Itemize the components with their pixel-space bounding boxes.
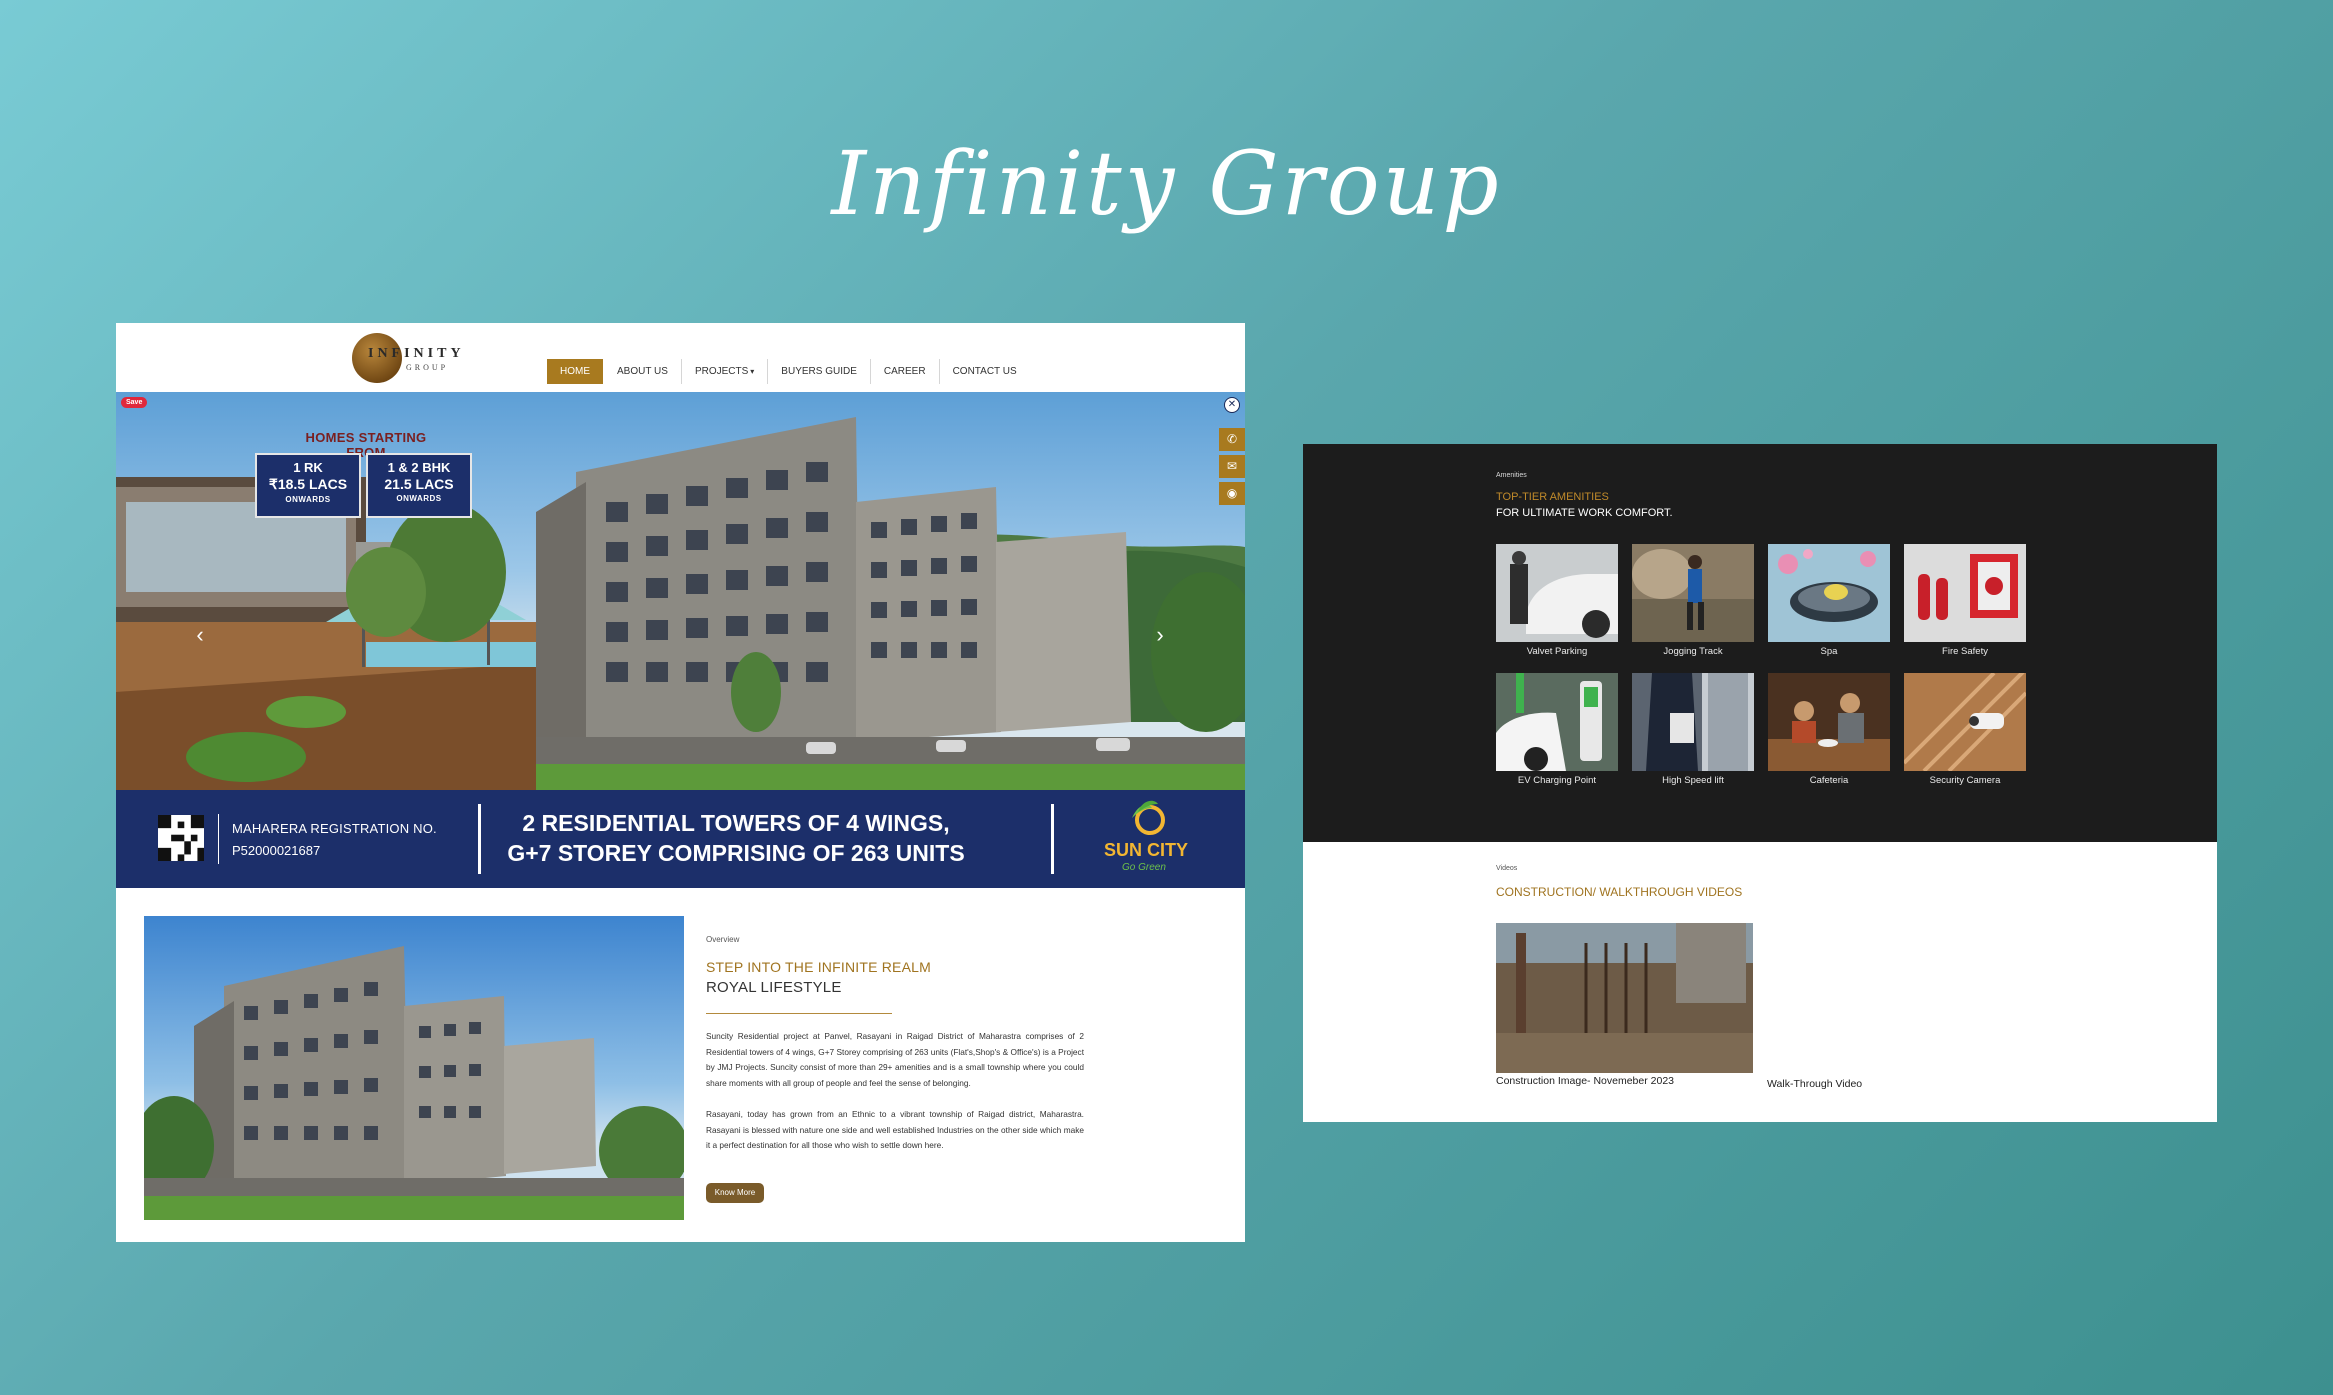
amenity-label: Security Camera [1929, 775, 2001, 786]
amenity-label: Fire Safety [1942, 646, 1988, 657]
amenities-mockup: Amenities TOP-TIER AMENITIES FOR ULTIMAT… [1303, 444, 2217, 1122]
nav-home[interactable]: HOME [547, 359, 603, 384]
amenity-label: Spa [1820, 646, 1838, 657]
homepage-mockup: INFINITY GROUP HOME ABOUT US PROJECTS ▾ B… [116, 323, 1245, 1242]
promo-price: 21.5 LACS [384, 476, 454, 492]
overview-paragraph-2: Rasayani, today has grown from an Ethnic… [706, 1109, 1084, 1150]
save-badge[interactable]: Save [121, 397, 148, 408]
videos-eyebrow: Videos [1496, 865, 1518, 872]
amenities-subtitle: FOR ULTIMATE WORK COMFORT. [1496, 507, 1673, 519]
construction-video-thumbnail[interactable] [1496, 923, 1753, 1073]
chevron-down-icon: ▾ [750, 367, 755, 376]
chevron-left-icon[interactable]: ‹ [190, 622, 210, 648]
promo-note: ONWARDS [396, 494, 442, 503]
promo-type: 1 RK [293, 460, 323, 475]
promo-price: ₹18.5 LACS [268, 476, 348, 492]
site-header: INFINITY GROUP HOME ABOUT US PROJECTS ▾ B… [116, 323, 1245, 392]
promo-type: 1 & 2 BHK [387, 460, 451, 475]
site-logo[interactable]: INFINITY GROUP [352, 333, 552, 383]
sun-city-tagline: Go Green [1122, 862, 1166, 873]
know-more-button[interactable]: Know More [706, 1183, 764, 1203]
nav-about[interactable]: ABOUT US [604, 359, 682, 384]
overview-subtitle: ROYAL LIFESTYLE [706, 979, 842, 996]
amenity-image-cafeteria[interactable] [1768, 673, 1890, 771]
amenities-section: Amenities TOP-TIER AMENITIES FOR ULTIMAT… [1303, 444, 2217, 842]
page-title: Infinity Group [831, 132, 1502, 235]
amenity-image-ev-charging[interactable] [1496, 673, 1618, 771]
promo-box-bhk: 1 & 2 BHK 21.5 LACS ONWARDS [366, 453, 472, 518]
hero-slider: Save HOMES STARTING FROM 1 RK ₹18.5 LACS… [116, 392, 1245, 790]
logo-subtext: GROUP [406, 363, 449, 372]
project-banner: MAHARERA REGISTRATION NO. P52000021687 2… [116, 790, 1245, 888]
main-nav: HOME ABOUT US PROJECTS ▾ BUYERS GUIDE CAR… [547, 359, 1030, 384]
sun-city-brand: SUN CITY [1104, 840, 1189, 860]
nav-contact[interactable]: CONTACT US [940, 359, 1030, 384]
rera-label: MAHARERA REGISTRATION NO. [232, 821, 437, 836]
amenity-label: High Speed lift [1662, 775, 1724, 786]
amenity-label: Cafeteria [1809, 775, 1849, 786]
nav-buyers-guide[interactable]: BUYERS GUIDE [768, 359, 871, 384]
mail-icon[interactable]: ✉ [1219, 455, 1245, 478]
overview-image [144, 916, 684, 1220]
overview-title: STEP INTO THE INFINITE REALM [706, 959, 931, 975]
nav-projects-label: PROJECTS [694, 366, 749, 377]
nav-career[interactable]: CAREER [871, 359, 940, 384]
banner-headline-1: 2 RESIDENTIAL TOWERS OF 4 WINGS, [522, 810, 950, 836]
close-icon[interactable]: ✕ [1224, 397, 1240, 413]
videos-title: CONSTRUCTION/ WALKTHROUGH VIDEOS [1496, 885, 1743, 899]
phone-icon[interactable]: ✆ [1219, 428, 1245, 451]
amenity-image-parking[interactable] [1496, 544, 1618, 642]
amenities-eyebrow: Amenities [1496, 472, 1527, 479]
amenity-image-security-camera[interactable] [1904, 673, 2026, 771]
video-label[interactable]: Walk-Through Video [1767, 1078, 1862, 1090]
chevron-right-icon[interactable]: › [1150, 622, 1170, 648]
divider [706, 1013, 892, 1014]
promo-note: ONWARDS [285, 495, 331, 504]
amenities-title: TOP-TIER AMENITIES [1496, 491, 1609, 503]
amenity-label: Valvet Parking [1526, 646, 1588, 657]
amenity-image-jogging[interactable] [1632, 544, 1754, 642]
banner-headline-2: G+7 STOREY COMPRISING OF 263 UNITS [507, 840, 965, 866]
video-label: Construction Image- Novemeber 2023 [1496, 1075, 1675, 1087]
divider [1051, 804, 1054, 874]
amenity-image-lift[interactable] [1632, 673, 1754, 771]
nav-projects[interactable]: PROJECTS ▾ [682, 359, 769, 384]
divider [218, 814, 219, 864]
amenity-label: Jogging Track [1663, 646, 1723, 657]
amenity-label: EV Charging Point [1517, 775, 1597, 786]
whatsapp-icon[interactable]: ◉ [1219, 482, 1245, 505]
overview-eyebrow: Overview [706, 935, 740, 944]
sun-city-logo-icon [1132, 800, 1165, 835]
amenity-image-spa[interactable] [1768, 544, 1890, 642]
promo-box-1rk: 1 RK ₹18.5 LACS ONWARDS [255, 453, 361, 518]
amenity-image-fire-safety[interactable] [1904, 544, 2026, 642]
qr-code-icon [158, 815, 204, 861]
overview-paragraph-1: Suncity Residential project at Panvel, R… [706, 1031, 1084, 1088]
logo-wordmark: INFINITY [368, 346, 465, 361]
rera-number: P52000021687 [232, 843, 321, 858]
